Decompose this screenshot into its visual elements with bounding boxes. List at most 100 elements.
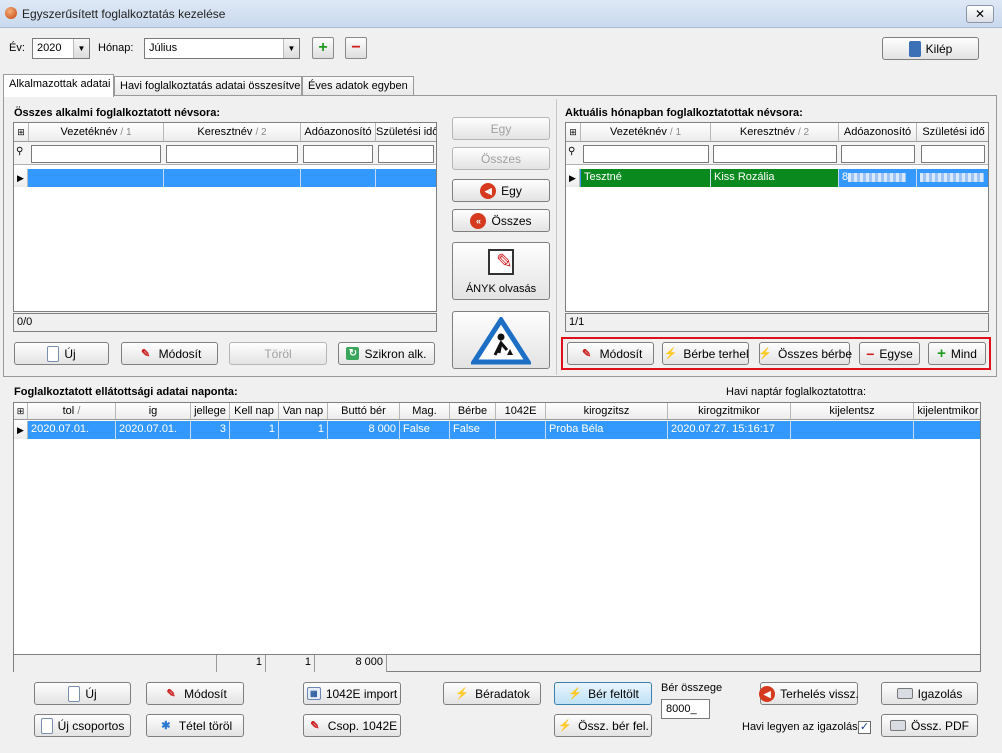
column-header-lastname[interactable]: Vezetéknév / 1 <box>29 123 164 142</box>
sync-button[interactable]: ↻ Szikron alk. <box>338 342 435 365</box>
edit-month-employee-button[interactable]: ✎ Módosít <box>567 342 654 365</box>
filter-birthdate-input[interactable] <box>378 145 434 163</box>
add-all-button[interactable]: + Mind <box>928 342 986 365</box>
new-employee-button[interactable]: Új <box>14 342 109 365</box>
column-header[interactable]: kijelentmikor <box>914 403 980 420</box>
delete-employee-button[interactable]: Töröl <box>229 342 327 365</box>
rent-charge-button[interactable]: ⚡ Bérbe terhel <box>662 342 749 365</box>
filter-taxid-input[interactable] <box>841 145 915 163</box>
left-status: 0/0 <box>13 313 437 332</box>
filter-taxid-input[interactable] <box>303 145 373 163</box>
redacted-blur <box>920 172 984 182</box>
group-1042e-button[interactable]: ✎ Csop. 1042E <box>303 714 401 737</box>
filter-firstname-input[interactable] <box>166 145 298 163</box>
column-header[interactable]: kirogzitsz <box>546 403 668 420</box>
minus-icon: − <box>866 345 875 362</box>
new-daily-button[interactable]: Új <box>34 682 131 705</box>
remove-month-button[interactable]: − <box>345 37 367 59</box>
table-row[interactable]: ▶ 2020.07.01. 2020.07.01. 3 1 1 8 000 Fa… <box>14 421 980 439</box>
move-one-left-button[interactable]: ◀ Egy <box>452 179 550 202</box>
new-label: Új <box>64 346 76 361</box>
new-group-button[interactable]: Új csoportos <box>34 714 131 737</box>
delete-item-button[interactable]: ✱ Tétel töröl <box>146 714 244 737</box>
month-select[interactable]: Július ▼ <box>144 38 300 59</box>
anyk-read-button[interactable]: ✎ ÁNYK olvasás <box>452 242 550 300</box>
filter-lastname-input[interactable] <box>583 145 709 163</box>
column-header[interactable]: 1042E <box>496 403 546 420</box>
monthly-cert-checkbox[interactable]: ✓ <box>858 721 871 734</box>
column-header-taxid[interactable]: Adóazonosító <box>839 123 917 142</box>
right-status: 1/1 <box>565 313 989 332</box>
filter-firstname-input[interactable] <box>713 145 837 163</box>
column-header[interactable]: jellege <box>191 403 230 420</box>
import-1042e-button[interactable]: ▦ 1042E import <box>303 682 401 705</box>
table-row[interactable]: ▶ <box>14 169 436 187</box>
column-header[interactable]: Kell nap <box>230 403 279 420</box>
exit-button[interactable]: Kilép <box>882 37 979 60</box>
move-one-right-button[interactable]: Egy <box>452 117 550 140</box>
edit-employee-button[interactable]: ✎ Módosít <box>121 342 218 365</box>
total-pdf-button[interactable]: Össz. PDF <box>881 714 978 737</box>
move-one-right-label: Egy <box>490 121 512 136</box>
import-icon: ▦ <box>306 687 321 700</box>
column-header-birthdate[interactable]: Születési idő <box>917 123 988 142</box>
sum-van-nap: 1 <box>266 655 315 672</box>
move-all-left-label: Összes <box>491 213 532 228</box>
new-daily-label: Új <box>85 686 97 701</box>
chevron-down-icon[interactable]: ▼ <box>73 39 89 58</box>
edit-daily-label: Módosít <box>184 686 227 701</box>
current-month-grid[interactable]: ⊞ Vezetéknév / 1 Keresztnév / 2 Adóazono… <box>565 122 989 312</box>
charge-back-button[interactable]: ◀ Terhelés vissz. <box>759 682 859 705</box>
total-wage-upload-label: Össz. bér fel. <box>578 718 649 733</box>
row-indicator-icon: ▶ <box>14 169 28 187</box>
rent-data-button[interactable]: ⚡ Béradatok <box>443 682 541 705</box>
table-row[interactable]: ▶ Tesztné Kiss Rozália 8 <box>566 169 988 187</box>
cell-kijelentsz <box>791 421 914 439</box>
filter-row: ⚲ <box>14 142 436 165</box>
all-rent-button[interactable]: ⚡ Összes bérbe <box>758 342 853 365</box>
arrow-left-icon: ◀ <box>759 685 776 702</box>
tab-yearly[interactable]: Éves adatok egyben <box>302 76 414 96</box>
total-wage-upload-button[interactable]: ⚡ Össz. bér fel. <box>554 714 652 737</box>
column-header[interactable]: tol / <box>28 403 116 420</box>
column-header[interactable]: Mag. <box>400 403 450 420</box>
wage-total-input[interactable]: 8000_ <box>661 699 710 719</box>
column-header-taxid[interactable]: Adóazonosító <box>301 123 376 142</box>
remove-one-button[interactable]: − Egyse <box>859 342 920 365</box>
chevron-down-icon[interactable]: ▼ <box>283 39 299 58</box>
all-rent-label: Összes bérbe <box>777 346 853 361</box>
column-header[interactable]: kirogzitmikor <box>668 403 791 420</box>
certificate-button[interactable]: Igazolás <box>881 682 978 705</box>
top-toolbar: Év: 2020 ▼ Hónap: Július ▼ + − Kilép <box>0 28 1002 72</box>
column-header-birthdate[interactable]: Születési idő <box>376 123 436 142</box>
cell-kirogzitmikor: 2020.07.27. 15:16:17 <box>668 421 791 439</box>
column-header[interactable]: Van nap <box>279 403 328 420</box>
column-header[interactable]: Bérbe <box>450 403 496 420</box>
column-header[interactable]: Buttó bér <box>328 403 400 420</box>
all-employees-grid[interactable]: ⊞ Vezetéknév / 1 Keresztnév / 2 Adóazono… <box>13 122 437 312</box>
column-header-firstname[interactable]: Keresztnév / 2 <box>164 123 301 142</box>
column-header[interactable]: kijelentsz <box>791 403 914 420</box>
add-month-button[interactable]: + <box>312 37 334 59</box>
rent-data-label: Béradatok <box>475 686 530 701</box>
plus-icon: + <box>318 39 328 56</box>
filter-birthdate-input[interactable] <box>921 145 985 163</box>
tab-monthly-summary[interactable]: Havi foglalkoztatás adatai összesítve <box>114 76 302 96</box>
edit-daily-button[interactable]: ✎ Módosít <box>146 682 244 705</box>
column-header[interactable]: ig <box>116 403 191 420</box>
monthly-cert-label: Havi legyen az igazolás <box>742 721 858 733</box>
column-header-lastname[interactable]: Vezetéknév / 1 <box>581 123 711 142</box>
filter-lastname-input[interactable] <box>31 145 161 163</box>
year-select[interactable]: 2020 ▼ <box>32 38 90 59</box>
plus-icon: + <box>937 345 946 362</box>
move-all-left-button[interactable]: « Összes <box>452 209 550 232</box>
move-all-right-button[interactable]: Összes <box>452 147 550 170</box>
construction-button[interactable] <box>452 311 550 369</box>
wage-upload-button[interactable]: ⚡ Bér feltölt <box>554 682 652 705</box>
cell-berbe: False <box>450 421 496 439</box>
tab-employees[interactable]: Alkalmazottak adatai <box>3 74 114 97</box>
daily-grid[interactable]: ⊞ tol / ig jellege Kell nap Van nap Butt… <box>13 402 981 672</box>
column-header-firstname[interactable]: Keresztnév / 2 <box>711 123 839 142</box>
roadwork-warning-icon <box>469 315 533 365</box>
close-button[interactable]: ✕ <box>966 5 994 23</box>
